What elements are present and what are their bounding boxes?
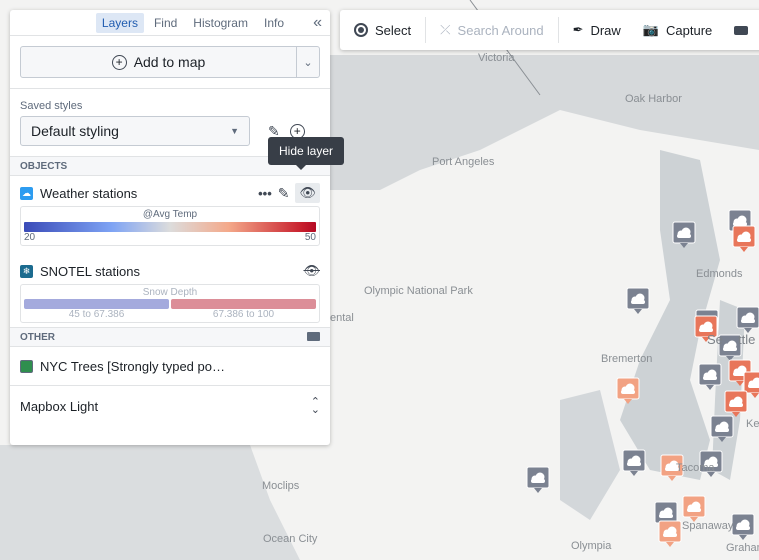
tab-find[interactable]: Find <box>148 13 183 33</box>
graph-icon: ⤫ <box>440 22 451 37</box>
layer-nyc-trees[interactable]: NYC Trees [Strongly typed po… <box>10 347 330 385</box>
plus-circle-icon: + <box>111 54 127 70</box>
bin-label: 45 to 67.386 <box>68 309 125 320</box>
layer-name: NYC Trees [Strongly typed po… <box>40 358 225 374</box>
saved-style-select[interactable]: Default styling ▼ <box>20 116 250 146</box>
add-to-map-group: + Add to map ⌄ <box>20 46 320 78</box>
search-around-tool[interactable]: ⤫ Search Around <box>440 22 543 38</box>
saved-styles-label: Saved styles <box>20 100 83 112</box>
water-ocean <box>0 445 300 560</box>
select-label: Select <box>375 22 412 38</box>
basemap-select[interactable]: Mapbox Light ⌃ ⌄ <box>10 386 330 426</box>
target-icon <box>354 23 368 37</box>
hide-layer-tooltip: Hide layer <box>268 137 345 170</box>
other-section-header: OTHER <box>10 327 330 347</box>
snowflake-icon: ❄ <box>20 264 33 278</box>
layer-name: SNOTEL stations <box>40 263 140 279</box>
avg-temp-legend: @Avg Temp 20 50 <box>20 206 320 246</box>
more-tool[interactable] <box>734 25 749 35</box>
select-tool[interactable]: Select <box>354 23 411 38</box>
color-gradient <box>24 222 316 232</box>
map-label: Spanaway <box>682 520 734 532</box>
layers-panel: Layers Find Histogram Info « + Add to map… <box>10 10 330 445</box>
bin-swatch <box>24 299 169 309</box>
map-label: Victoria <box>478 52 515 64</box>
chevron-down-icon[interactable]: ⌄ <box>296 47 319 77</box>
map-label: Tacoma <box>676 462 715 474</box>
saved-style-value: Default styling <box>31 123 119 139</box>
camera-icon: 📷 <box>642 22 659 37</box>
map-label: ental <box>330 312 354 324</box>
bin-label: 67.386 to 100 <box>212 309 275 320</box>
objects-header: OBJECTS <box>20 161 68 172</box>
other-header: OTHER <box>20 332 55 343</box>
search-around-label: Search Around <box>457 22 544 38</box>
toggle-icon <box>734 25 749 35</box>
map-icon <box>20 359 33 373</box>
map-label: Bremerton <box>601 353 653 365</box>
map-label: Grahan <box>726 542 759 554</box>
legend-min: 20 <box>24 232 36 243</box>
layer-weather-stations[interactable]: ☁ Weather stations ••• ✎ 👁 <box>10 180 330 206</box>
basemap-value: Mapbox Light <box>20 398 99 414</box>
map-label: Se <box>707 332 723 347</box>
map-label: Olympia <box>571 540 612 552</box>
snow-depth-legend: Snow Depth 45 to 67.386 67.386 to 100 <box>20 284 320 323</box>
bin-swatch <box>171 299 316 309</box>
tab-histogram[interactable]: Histogram <box>187 13 254 33</box>
double-chevron-left-icon[interactable]: « <box>313 14 322 32</box>
add-to-map-label: Add to map <box>133 54 206 70</box>
tab-layers[interactable]: Layers <box>95 12 144 33</box>
folder-add-icon[interactable] <box>307 332 320 341</box>
layer-name: Weather stations <box>40 185 138 201</box>
map-label: Port Angeles <box>432 156 495 168</box>
map-toolbar: Select ⤫ Search Around ✒ Draw 📷 Capture <box>340 10 759 50</box>
map-label: Moclips <box>262 480 300 492</box>
legend-title: Snow Depth <box>142 287 198 298</box>
eye-icon[interactable]: 👁 <box>295 183 320 203</box>
map-label: Ocean City <box>263 533 318 545</box>
map-label: Edmonds <box>696 268 743 280</box>
eye-off-icon[interactable]: 👁 <box>303 263 320 279</box>
capture-tool[interactable]: 📷 Capture <box>643 22 712 38</box>
add-to-map-button[interactable]: + Add to map <box>21 47 296 77</box>
draw-tool[interactable]: ✒ Draw <box>573 22 621 38</box>
caret-down-icon: ▼ <box>230 126 239 136</box>
cloud-icon: ☁ <box>20 186 33 200</box>
legend-max: 50 <box>304 232 316 243</box>
tab-info[interactable]: Info <box>258 13 290 33</box>
pen-icon: ✒ <box>572 22 584 37</box>
draw-label: Draw <box>590 22 621 38</box>
map-label: Olympic National Park <box>364 285 473 297</box>
more-icon[interactable]: ••• <box>258 186 272 201</box>
panel-tabs: Layers Find Histogram Info « <box>10 10 330 36</box>
divider <box>557 17 559 43</box>
divider <box>425 17 427 43</box>
divider <box>10 88 330 89</box>
map-label: Ke <box>746 418 759 430</box>
edit-icon[interactable]: ✎ <box>278 185 290 202</box>
legend-title: @Avg Temp <box>142 209 198 220</box>
layer-snotel-stations[interactable]: ❄ SNOTEL stations 👁 <box>10 258 330 284</box>
capture-label: Capture <box>666 22 713 38</box>
chevron-up-down-icon: ⌃ ⌄ <box>310 396 320 416</box>
map-label: ttle <box>738 332 756 347</box>
map-label: Oak Harbor <box>625 93 682 105</box>
